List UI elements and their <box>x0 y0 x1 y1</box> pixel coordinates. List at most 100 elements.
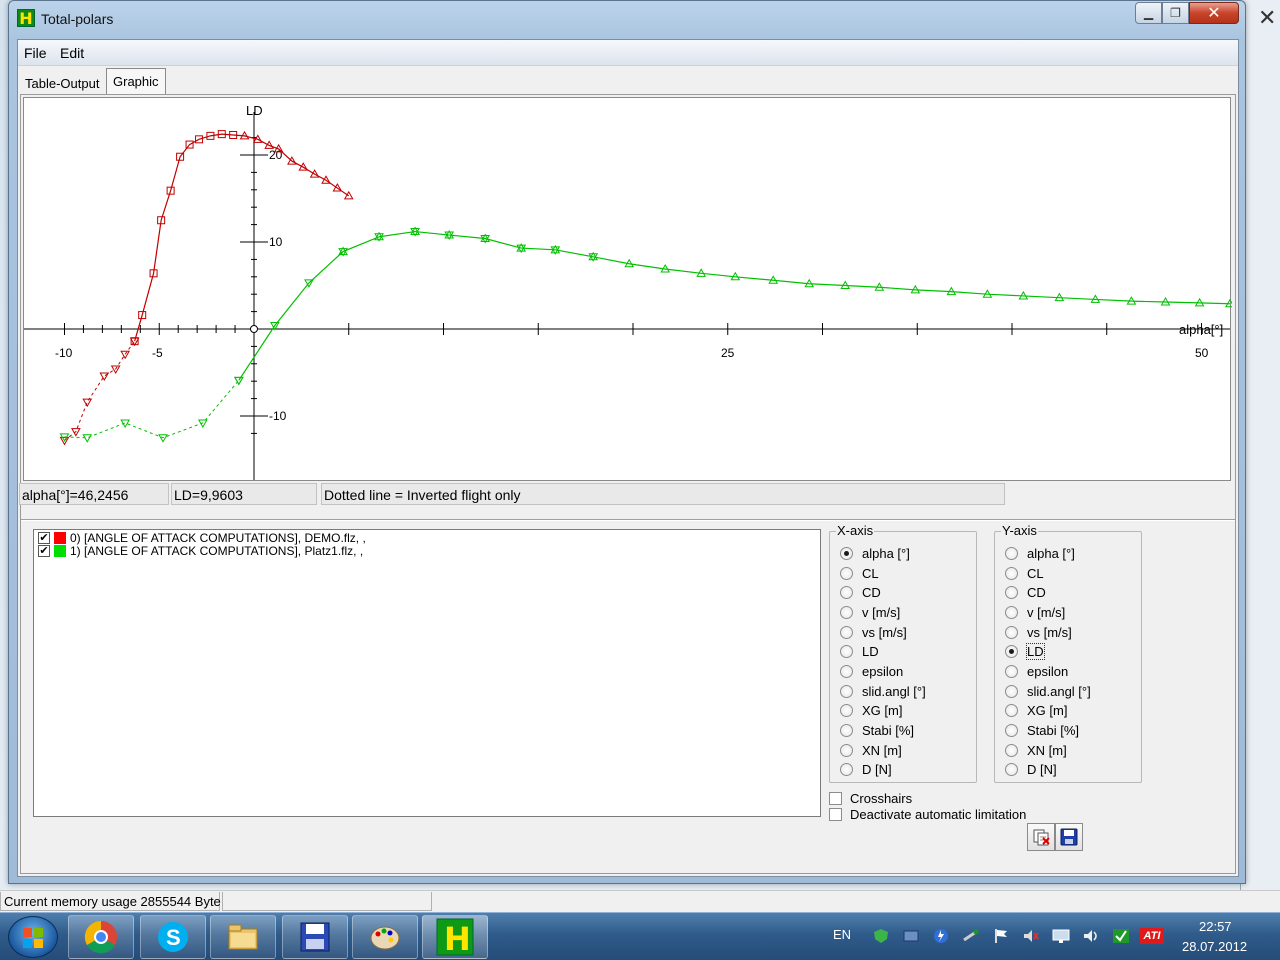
y-radio-cl[interactable]: CL <box>1005 564 1044 582</box>
x-radio-vs[interactable]: vs [m/s] <box>840 623 907 641</box>
radio-button[interactable] <box>840 684 853 698</box>
save-graphic-button[interactable] <box>1055 823 1083 851</box>
radio-button[interactable] <box>1005 762 1018 776</box>
background-window-close-icon[interactable]: ✕ <box>1258 6 1276 31</box>
tray-ati-icon[interactable]: ATI <box>1140 928 1164 944</box>
y-radio-stabi[interactable]: Stabi [%] <box>1005 721 1079 739</box>
series-1 <box>59 226 1232 443</box>
close-button[interactable]: ✕ <box>1189 2 1239 24</box>
x-radio-alpha[interactable]: alpha [°] <box>840 544 910 562</box>
x-radio-slid-angl[interactable]: slid.angl [°] <box>840 682 926 700</box>
x-radio-d[interactable]: D [N] <box>840 760 892 778</box>
tray-usb-icon[interactable] <box>962 928 980 944</box>
x-radio-cl[interactable]: CL <box>840 564 879 582</box>
radio-button[interactable] <box>840 546 853 560</box>
radio-button[interactable] <box>840 664 853 678</box>
series-label: 0) [ANGLE OF ATTACK COMPUTATIONS], DEMO.… <box>70 531 366 545</box>
x-radio-v[interactable]: v [m/s] <box>840 603 900 621</box>
radio-button[interactable] <box>1005 566 1018 580</box>
deactivate-limitation-option[interactable]: Deactivate automatic limitation <box>829 806 1026 822</box>
series-row[interactable]: ✔ 0) [ANGLE OF ATTACK COMPUTATIONS], DEM… <box>38 531 366 545</box>
radio-button[interactable] <box>840 743 853 757</box>
x-radio-cd[interactable]: CD <box>840 583 881 601</box>
copy-graphic-button[interactable] <box>1027 823 1055 851</box>
maximize-button[interactable]: ❐ <box>1162 2 1189 24</box>
polar-plot-canvas: LD alpha[°] -10 -5 25 50 20 10 -10 <box>24 103 1232 480</box>
radio-button[interactable] <box>840 566 853 580</box>
polar-plot[interactable]: LD alpha[°] -10 -5 25 50 20 10 -10 <box>23 97 1232 481</box>
tray-flag-icon[interactable] <box>992 928 1010 944</box>
tray-network-icon[interactable] <box>902 928 920 944</box>
x-radio-epsilon[interactable]: epsilon <box>840 662 903 680</box>
radio-button[interactable] <box>840 723 853 737</box>
tray-display-icon[interactable] <box>1052 928 1070 944</box>
x-axis-group-legend: X-axis <box>836 523 875 538</box>
radio-button[interactable] <box>1005 743 1018 757</box>
titlebar[interactable]: H Total-polars ▁ ❐ ✕ <box>9 1 1245 37</box>
radio-button[interactable] <box>840 703 853 717</box>
taskbar-explorer[interactable] <box>210 915 276 959</box>
radio-label: CL <box>862 565 879 581</box>
crosshairs-option[interactable]: Crosshairs <box>829 790 912 806</box>
radio-button[interactable] <box>1005 723 1018 737</box>
tray-volume-icon[interactable] <box>1082 928 1100 944</box>
y-radio-slid-angl[interactable]: slid.angl [°] <box>1005 682 1091 700</box>
y-radio-xn[interactable]: XN [m] <box>1005 741 1067 759</box>
tray-update-icon[interactable] <box>1112 928 1130 944</box>
taskbar-save-app[interactable] <box>282 915 348 959</box>
y-radio-alpha[interactable]: alpha [°] <box>1005 544 1075 562</box>
radio-button[interactable] <box>1005 546 1018 560</box>
series-inverted-line <box>64 380 240 439</box>
tab-strip: Table-Output Graphic <box>18 68 1238 94</box>
x-radio-xn[interactable]: XN [m] <box>840 741 902 759</box>
radio-button[interactable] <box>1005 605 1018 619</box>
y-radio-cd[interactable]: CD <box>1005 583 1046 601</box>
status-bar: Current memory usage 2855544 Byte <box>0 890 1280 912</box>
tab-graphic[interactable]: Graphic <box>106 68 166 94</box>
radio-button[interactable] <box>1005 684 1018 698</box>
series-checkbox[interactable]: ✔ <box>38 532 50 544</box>
radio-button[interactable] <box>1005 585 1018 599</box>
radio-button[interactable] <box>840 644 853 658</box>
clock-time[interactable]: 22:57 <box>1199 919 1232 934</box>
series-checkbox[interactable]: ✔ <box>38 545 50 557</box>
y-radio-vs[interactable]: vs [m/s] <box>1005 623 1072 641</box>
x-radio-stabi[interactable]: Stabi [%] <box>840 721 914 739</box>
crosshairs-checkbox[interactable] <box>829 791 842 805</box>
series-list[interactable]: ✔ 0) [ANGLE OF ATTACK COMPUTATIONS], DEM… <box>33 529 821 817</box>
caption-buttons: ▁ ❐ ✕ <box>1135 2 1239 26</box>
radio-button[interactable] <box>840 625 853 639</box>
radio-button[interactable] <box>1005 644 1018 658</box>
radio-label: alpha [°] <box>1027 545 1075 561</box>
menu-edit[interactable]: Edit <box>60 45 84 61</box>
taskbar-skype[interactable]: S <box>140 915 206 959</box>
radio-button[interactable] <box>1005 664 1018 678</box>
y-radio-ld[interactable]: LD <box>1005 642 1045 660</box>
minimize-button[interactable]: ▁ <box>1135 2 1162 24</box>
radio-button[interactable] <box>1005 625 1018 639</box>
taskbar-chrome[interactable] <box>68 915 134 959</box>
x-radio-xg[interactable]: XG [m] <box>840 701 902 719</box>
start-button[interactable] <box>8 916 58 958</box>
menu-file[interactable]: File <box>24 45 47 61</box>
tray-sound-muted-icon[interactable] <box>1022 928 1040 944</box>
y-radio-d[interactable]: D [N] <box>1005 760 1057 778</box>
tab-table-output[interactable]: Table-Output <box>18 70 106 94</box>
y-radio-v[interactable]: v [m/s] <box>1005 603 1065 621</box>
y-radio-xg[interactable]: XG [m] <box>1005 701 1067 719</box>
y-radio-epsilon[interactable]: epsilon <box>1005 662 1068 680</box>
taskbar-total-polars[interactable]: H <box>422 915 488 959</box>
series-row[interactable]: ✔ 1) [ANGLE OF ATTACK COMPUTATIONS], Pla… <box>38 544 363 558</box>
deactivate-limitation-checkbox[interactable] <box>829 807 842 821</box>
radio-button[interactable] <box>1005 703 1018 717</box>
radio-button[interactable] <box>840 605 853 619</box>
radio-button[interactable] <box>840 585 853 599</box>
taskbar-paint[interactable] <box>352 915 418 959</box>
tray-shield-icon[interactable] <box>872 928 890 944</box>
clock-date[interactable]: 28.07.2012 <box>1182 939 1247 954</box>
tray-power-icon[interactable] <box>932 928 950 944</box>
x-radio-ld[interactable]: LD <box>840 642 879 660</box>
radio-label: epsilon <box>1027 663 1069 679</box>
radio-button[interactable] <box>840 762 853 776</box>
language-indicator[interactable]: EN <box>833 927 851 942</box>
